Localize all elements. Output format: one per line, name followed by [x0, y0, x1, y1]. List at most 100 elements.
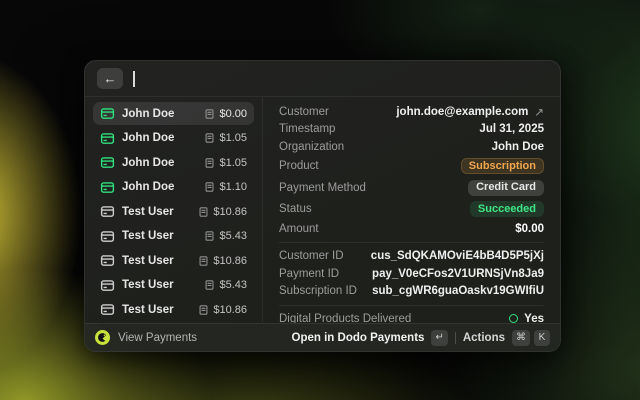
- credit-card-icon: [100, 229, 115, 244]
- product-badge: Subscription: [460, 158, 544, 175]
- payment-list-item[interactable]: John Doe $0.00: [93, 102, 254, 125]
- main-content: John Doe $0.00 John Doe $1.05 John Doe $1.05 J…: [85, 97, 560, 323]
- dodo-payments-logo-icon: [95, 330, 110, 345]
- credit-card-icon: [100, 302, 115, 317]
- payment-customer-name: John Doe: [122, 107, 175, 120]
- customer-email-text: john.doe@example.com: [396, 105, 529, 118]
- detail-value: Yes: [524, 312, 544, 323]
- payment-amount-text: $1.10: [219, 181, 247, 193]
- payment-customer-name: John Doe: [122, 181, 175, 193]
- status-badge: Succeeded: [469, 201, 544, 218]
- detail-value: John Doe: [491, 140, 544, 153]
- payment-method-badge: Credit Card: [468, 179, 544, 196]
- credit-card-icon: [100, 253, 115, 268]
- detail-panel: Customer john.doe@example.com ↗ Timestamp Ju…: [263, 97, 560, 323]
- payment-amount-text: $1.05: [219, 132, 247, 144]
- detail-label: Customer: [279, 105, 329, 118]
- payment-list-item[interactable]: Test User $5.43: [93, 274, 254, 297]
- detail-row: Digital Products Delivered Yes: [279, 310, 544, 323]
- receipt-icon: [204, 181, 215, 193]
- detail-value: $0.00: [515, 222, 544, 235]
- detail-row: Amount $0.00: [279, 220, 544, 238]
- command-palette-window: ← John Doe $0.00 John Doe $1.05 John Doe $1.0…: [84, 60, 561, 352]
- payment-amount: $10.86: [198, 304, 247, 316]
- detail-row: Payment Method Credit Card: [279, 177, 544, 199]
- credit-card-icon: [100, 106, 115, 121]
- detail-label: Amount: [279, 222, 319, 235]
- actions-shortcut-keys: ⌘ K: [512, 329, 550, 346]
- payment-customer-name: John Doe: [122, 156, 175, 169]
- credit-card-icon: [100, 131, 115, 146]
- footer-divider: [454, 331, 456, 344]
- k-key-badge: K: [534, 329, 550, 346]
- payment-amount-text: $10.86: [213, 205, 247, 218]
- extension-name: View Payments: [118, 331, 198, 344]
- payment-customer-name: Test User: [122, 303, 174, 316]
- section-divider: [279, 242, 544, 243]
- footer-action-bar: View Payments Open in Dodo Payments ↵ Ac…: [85, 323, 560, 351]
- detail-row: Subscription ID sub_cgWR6guaOaskv19GWIfiU: [279, 283, 544, 301]
- payment-amount: $10.86: [198, 206, 247, 218]
- payment-amount: $0.00: [204, 108, 247, 120]
- payment-amount: $5.43: [204, 230, 247, 242]
- detail-row: Payment ID pay_V0eCFos2V1URNSjVn8Ja9: [279, 265, 544, 283]
- payment-list-item[interactable]: Test User $10.86: [93, 200, 254, 223]
- search-header: ←: [85, 61, 560, 97]
- detail-value: sub_cgWR6guaOaskv19GWIfiU: [372, 285, 544, 298]
- detail-row: Organization John Doe: [279, 138, 544, 156]
- receipt-icon: [204, 157, 215, 169]
- detail-row: Customer ID cus_SdQKAMOviE4bB4D5P5jXj: [279, 248, 544, 266]
- credit-card-icon: [100, 204, 115, 219]
- detail-value: pay_V0eCFos2V1URNSjVn8Ja9: [372, 267, 544, 280]
- payment-amount: $1.05: [204, 157, 247, 169]
- credit-card-icon: [100, 278, 115, 293]
- customer-email-link[interactable]: john.doe@example.com ↗: [396, 105, 544, 119]
- detail-row: Timestamp Jul 31, 2025: [279, 121, 544, 139]
- payment-list-item[interactable]: Test User $10.86: [93, 249, 254, 272]
- search-input-caret: [133, 70, 135, 87]
- payment-amount-text: $1.05: [219, 156, 247, 169]
- detail-label: Timestamp: [279, 123, 336, 136]
- detail-label: Customer ID: [279, 250, 344, 263]
- receipt-icon: [204, 132, 215, 144]
- payment-amount: $5.43: [204, 279, 247, 291]
- payment-amount-text: $10.86: [213, 254, 247, 267]
- detail-label: Payment Method: [279, 181, 366, 194]
- receipt-icon: [198, 206, 209, 218]
- receipt-icon: [198, 255, 209, 267]
- payment-list-item[interactable]: John Doe $1.05: [93, 127, 254, 150]
- detail-label: Payment ID: [279, 267, 340, 280]
- back-button[interactable]: ←: [97, 68, 123, 89]
- payment-list-item[interactable]: Test User $5.43: [93, 225, 254, 248]
- payment-amount-text: $5.43: [219, 230, 247, 242]
- detail-label: Status: [279, 203, 312, 216]
- footer-actions: Open in Dodo Payments ↵ Actions ⌘ K: [292, 329, 550, 346]
- detail-row: Status Succeeded: [279, 199, 544, 221]
- payment-customer-name: Test User: [122, 205, 174, 218]
- delivered-indicator: Yes: [509, 313, 544, 323]
- detail-row: Product Subscription: [279, 156, 544, 178]
- actions-button[interactable]: Actions: [463, 332, 505, 344]
- payment-amount: $10.86: [198, 255, 247, 267]
- detail-label: Digital Products Delivered: [279, 312, 412, 323]
- receipt-icon: [204, 108, 215, 120]
- status-circle-icon: [509, 314, 519, 323]
- receipt-icon: [204, 279, 215, 291]
- detail-value: Jul 31, 2025: [479, 123, 544, 136]
- payment-list-item[interactable]: John Doe $1.10: [93, 176, 254, 199]
- detail-label: Subscription ID: [279, 285, 357, 298]
- payment-list-item[interactable]: John Doe $1.05: [93, 151, 254, 174]
- return-key-badge: ↵: [431, 329, 448, 346]
- open-in-dodo-payments-button[interactable]: Open in Dodo Payments: [292, 332, 425, 344]
- payment-amount: $1.10: [204, 181, 247, 193]
- detail-label: Product: [279, 160, 319, 173]
- payment-amount-text: $5.43: [219, 279, 247, 291]
- detail-value: cus_SdQKAMOviE4bB4D5P5jXj: [370, 250, 544, 263]
- payment-customer-name: Test User: [122, 279, 174, 291]
- payment-amount-text: $10.86: [213, 303, 247, 316]
- payment-customer-name: John Doe: [122, 132, 175, 144]
- credit-card-icon: [100, 180, 115, 195]
- detail-row: Customer john.doe@example.com ↗: [279, 103, 544, 121]
- payment-amount: $1.05: [204, 132, 247, 144]
- payment-list-item[interactable]: Test User $10.86: [93, 298, 254, 321]
